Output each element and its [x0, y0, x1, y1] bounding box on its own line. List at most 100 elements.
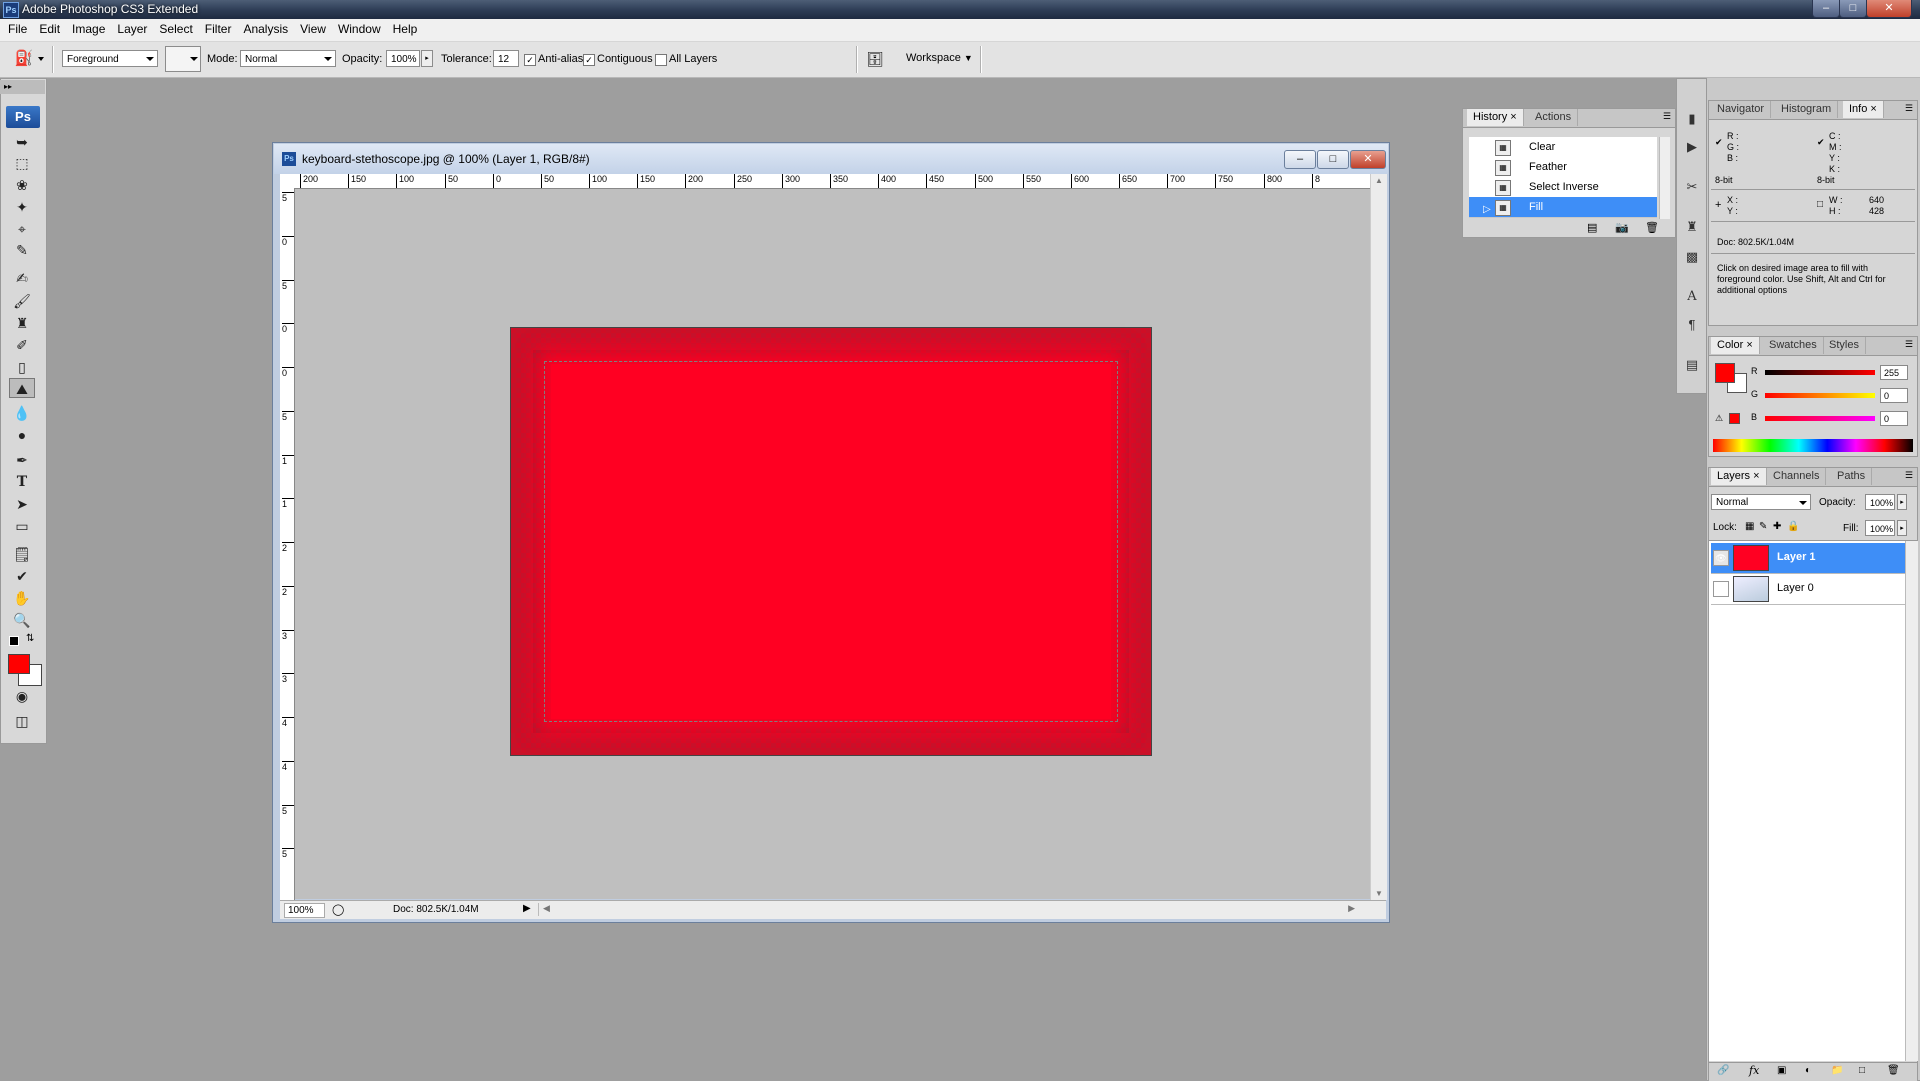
- tab-paths[interactable]: Paths: [1831, 468, 1873, 485]
- tab-channels[interactable]: Channels: [1767, 468, 1827, 485]
- tool-presets-icon[interactable]: ✂: [1682, 177, 1702, 197]
- doc-minimize-button[interactable]: –: [1284, 150, 1316, 169]
- healing-brush-tool-icon[interactable]: ✍: [9, 268, 35, 288]
- notes-tool-icon[interactable]: 🗒: [9, 544, 35, 564]
- screen-mode-icon[interactable]: ◫: [9, 711, 35, 731]
- lock-pixels-icon[interactable]: ✎: [1759, 521, 1767, 532]
- close-button[interactable]: ✕: [1866, 0, 1912, 18]
- close-icon[interactable]: ×: [1753, 470, 1759, 482]
- palette-well-icon[interactable]: 🗄: [864, 50, 886, 68]
- horizontal-scrollbar[interactable]: ◀ ▶: [538, 903, 1359, 916]
- new-document-from-state-icon[interactable]: ▤: [1587, 221, 1597, 234]
- close-icon[interactable]: ×: [1510, 111, 1516, 123]
- tab-layers[interactable]: Layers ×: [1711, 468, 1767, 485]
- tab-actions[interactable]: Actions: [1529, 109, 1579, 126]
- color-r-slider[interactable]: [1765, 370, 1875, 375]
- mode-select[interactable]: Normal: [240, 50, 336, 67]
- opacity-slider-button[interactable]: ▸: [421, 50, 433, 67]
- layer-style-icon[interactable]: fx: [1749, 1064, 1759, 1077]
- history-item[interactable]: ▦ Feather: [1469, 157, 1657, 178]
- animation-panel-icon[interactable]: ▶: [1682, 137, 1702, 157]
- magic-wand-tool-icon[interactable]: ✦: [9, 197, 35, 217]
- layer-fill-input[interactable]: 100%: [1865, 520, 1895, 536]
- foreground-color-swatch[interactable]: [8, 654, 30, 674]
- foreground-color-chip[interactable]: [1715, 363, 1735, 383]
- panel-menu-icon[interactable]: ☰: [1905, 470, 1913, 481]
- link-layers-icon[interactable]: 🔗: [1717, 1065, 1729, 1076]
- doc-maximize-button[interactable]: □: [1317, 150, 1349, 169]
- clone-source-icon[interactable]: ♜: [1682, 217, 1702, 237]
- paragraph-panel-icon[interactable]: ¶: [1682, 315, 1702, 335]
- tab-navigator[interactable]: Navigator: [1711, 101, 1772, 118]
- layer-opacity-input[interactable]: 100%: [1865, 494, 1895, 510]
- paint-bucket-icon[interactable]: ⛽: [14, 50, 34, 68]
- menu-edit[interactable]: Edit: [33, 19, 66, 40]
- workspace-button[interactable]: Workspace ▼: [906, 52, 973, 64]
- hand-tool-icon[interactable]: ✋: [9, 588, 35, 608]
- layer-opacity-slider-button[interactable]: ▸: [1897, 494, 1907, 510]
- new-group-icon[interactable]: 📁: [1831, 1065, 1843, 1076]
- tools-collapse-icon[interactable]: ▸▸: [0, 80, 45, 94]
- history-brush-tool-icon[interactable]: ✐: [9, 335, 35, 355]
- menu-file[interactable]: File: [0, 19, 33, 40]
- minimize-button[interactable]: –: [1812, 0, 1840, 18]
- tab-swatches[interactable]: Swatches: [1763, 337, 1824, 354]
- layer-row-selected[interactable]: 👁 Layer 1: [1711, 543, 1905, 574]
- color-g-slider[interactable]: [1765, 393, 1875, 398]
- dodge-tool-icon[interactable]: ●: [9, 425, 35, 445]
- color-r-input[interactable]: 255: [1880, 365, 1908, 380]
- scroll-right-icon[interactable]: ▶: [1348, 903, 1355, 914]
- color-spectrum-bar[interactable]: [1713, 439, 1913, 452]
- tab-styles[interactable]: Styles: [1823, 337, 1866, 354]
- move-tool-icon[interactable]: ➥: [9, 132, 35, 152]
- layer-fill-slider-button[interactable]: ▸: [1897, 520, 1907, 536]
- quick-mask-icon[interactable]: ◉: [9, 686, 35, 706]
- swap-colors-icon[interactable]: ⇅: [26, 633, 34, 644]
- opacity-input[interactable]: 100%: [386, 50, 420, 67]
- pen-tool-icon[interactable]: ✒: [9, 450, 35, 470]
- type-tool-icon[interactable]: T: [9, 472, 35, 492]
- menu-select[interactable]: Select: [153, 19, 198, 40]
- default-colors-icon[interactable]: [9, 636, 19, 646]
- menu-filter[interactable]: Filter: [199, 19, 238, 40]
- color-b-slider[interactable]: [1765, 416, 1875, 421]
- tolerance-input[interactable]: 12: [493, 50, 519, 67]
- lasso-tool-icon[interactable]: ❀: [9, 175, 35, 195]
- blend-mode-select[interactable]: Normal: [1711, 494, 1811, 510]
- status-arrow-icon[interactable]: ▶: [523, 903, 531, 914]
- new-layer-icon[interactable]: □: [1859, 1065, 1865, 1076]
- maximize-button[interactable]: □: [1839, 0, 1867, 18]
- delete-layer-icon[interactable]: 🗑: [1887, 1065, 1900, 1076]
- menu-help[interactable]: Help: [387, 19, 424, 40]
- image-layer-preview[interactable]: [510, 327, 1152, 756]
- history-item[interactable]: ▦ Clear: [1469, 137, 1657, 158]
- all-layers-checkbox[interactable]: [655, 54, 667, 66]
- lock-transparency-icon[interactable]: ▦: [1745, 521, 1754, 532]
- blur-tool-icon[interactable]: 💧: [9, 403, 35, 423]
- color-b-input[interactable]: 0: [1880, 411, 1908, 426]
- slice-tool-icon[interactable]: ✎: [9, 240, 35, 260]
- new-snapshot-icon[interactable]: 📷: [1615, 221, 1629, 234]
- scroll-down-icon[interactable]: ▼: [1375, 889, 1383, 898]
- adjustment-layer-icon[interactable]: ◐: [1805, 1065, 1811, 1076]
- layer-comps-icon[interactable]: ▩: [1682, 247, 1702, 267]
- zoom-level-input[interactable]: 100%: [284, 903, 325, 918]
- path-selection-tool-icon[interactable]: ➤: [9, 494, 35, 514]
- marquee-tool-icon[interactable]: ⬚: [9, 153, 35, 173]
- layer-row[interactable]: Layer 0: [1711, 574, 1905, 605]
- delete-state-icon[interactable]: 🗑: [1645, 221, 1659, 234]
- close-icon[interactable]: ×: [1746, 339, 1752, 351]
- history-scrollbar[interactable]: [1659, 137, 1670, 219]
- out-of-gamut-warning-icon[interactable]: ⚠: [1715, 413, 1723, 424]
- clone-stamp-tool-icon[interactable]: ♜: [9, 313, 35, 333]
- panel-menu-icon[interactable]: ☰: [1663, 111, 1671, 122]
- fill-source-select[interactable]: Foreground: [62, 50, 158, 67]
- menu-analysis[interactable]: Analysis: [237, 19, 294, 40]
- tab-info[interactable]: Info ×: [1843, 101, 1884, 118]
- vertical-scrollbar[interactable]: ▲ ▼: [1370, 174, 1387, 900]
- horizontal-ruler[interactable]: 200 150 100 50 0 50 100 150 200 250 300 350 400 450 50…: [292, 174, 1370, 189]
- gamut-color-chip[interactable]: [1729, 413, 1740, 424]
- measurement-log-icon[interactable]: ▤: [1682, 355, 1702, 375]
- character-panel-icon[interactable]: A: [1682, 287, 1702, 307]
- tab-histogram[interactable]: Histogram: [1775, 101, 1839, 118]
